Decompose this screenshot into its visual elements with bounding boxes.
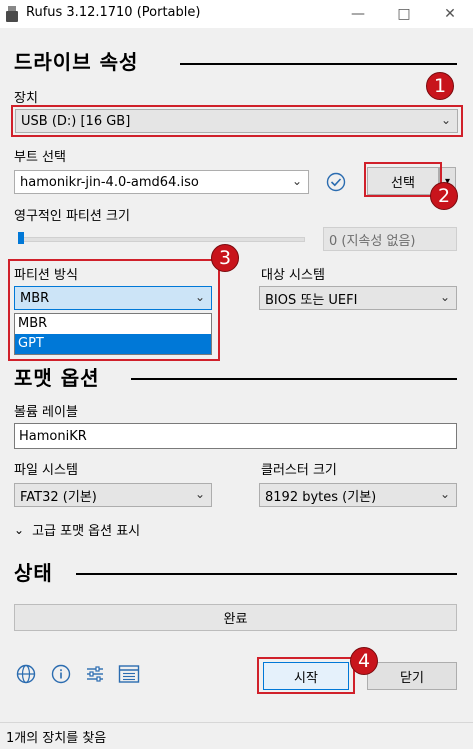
section-divider [131, 378, 457, 380]
cluster-size-select[interactable]: 8192 bytes (기본) ⌄ [259, 483, 457, 507]
usb-drive-icon [6, 6, 18, 22]
maximize-button[interactable]: □ [381, 0, 427, 28]
format-options-heading: 포맷 옵션 [14, 366, 100, 390]
window-title: Rufus 3.12.1710 (Portable) [26, 5, 201, 20]
volume-label-label: 볼륨 레이블 [14, 405, 78, 420]
volume-label-value: HamoniKR [19, 428, 87, 444]
cluster-size-label: 클러스터 크기 [261, 463, 337, 478]
persistent-size-input[interactable]: 0 (지속성 없음) [323, 227, 457, 251]
partition-scheme-dropdown: MBR GPT [14, 313, 212, 355]
persistent-size-slider-thumb[interactable] [18, 232, 24, 244]
partition-scheme-select[interactable]: MBR ⌄ [14, 286, 212, 310]
persistent-size-value: 0 (지속성 없음) [329, 233, 416, 249]
status-bar: 1개의 장치를 찾음 [0, 722, 473, 749]
section-divider [76, 573, 457, 575]
section-divider [180, 63, 457, 65]
file-system-select[interactable]: FAT32 (기본) ⌄ [14, 483, 212, 507]
status-bar-text: 1개의 장치를 찾음 [6, 731, 107, 746]
chevron-down-icon: ⌄ [14, 522, 25, 537]
language-globe-icon[interactable] [16, 664, 36, 684]
chevron-down-icon: ⌄ [194, 487, 205, 501]
annotation-badge-3: 3 [211, 244, 239, 272]
close-button[interactable]: 닫기 [367, 662, 457, 690]
annotation-badge-1: 1 [426, 72, 454, 100]
progress-text: 완료 [223, 612, 248, 627]
chevron-down-icon: ⌄ [439, 290, 450, 304]
target-system-select[interactable]: BIOS 또는 UEFI ⌄ [259, 286, 457, 310]
title-bar: Rufus 3.12.1710 (Portable) — □ ✕ [0, 0, 473, 28]
boot-selection-label: 부트 선택 [14, 150, 66, 165]
boot-selection-value: hamonikr-jin-4.0-amd64.iso [20, 174, 199, 190]
persistent-partition-label: 영구적인 파티션 크기 [14, 209, 130, 224]
device-select[interactable]: USB (D:) [16 GB] ⌄ [15, 109, 458, 133]
partition-option-gpt[interactable]: GPT [15, 334, 211, 354]
chevron-down-icon: ⌄ [194, 290, 205, 304]
drive-properties-heading: 드라이브 속성 [14, 50, 139, 74]
info-icon[interactable] [51, 664, 71, 684]
boot-selection-select[interactable]: hamonikr-jin-4.0-amd64.iso ⌄ [14, 170, 309, 194]
annotation-badge-2: 2 [430, 182, 458, 210]
log-list-icon[interactable] [118, 664, 140, 684]
status-heading: 상태 [14, 561, 53, 585]
chevron-down-icon: ⌄ [291, 174, 302, 188]
advanced-format-toggle[interactable]: ⌄ 고급 포맷 옵션 표시 [14, 520, 141, 540]
annotation-badge-4: 4 [350, 647, 378, 675]
start-button[interactable]: 시작 [263, 662, 349, 690]
settings-sliders-icon[interactable] [85, 664, 105, 684]
partition-scheme-value: MBR [20, 290, 50, 306]
file-system-value: FAT32 (기본) [20, 489, 97, 505]
device-value: USB (D:) [16 GB] [21, 113, 131, 129]
chevron-down-icon: ⌄ [440, 113, 451, 127]
progress-bar: 완료 [14, 604, 457, 631]
close-window-button[interactable]: ✕ [427, 0, 473, 28]
chevron-down-icon: ⌄ [439, 487, 450, 501]
advanced-format-label: 고급 포맷 옵션 표시 [32, 524, 141, 539]
partition-option-mbr[interactable]: MBR [15, 314, 211, 334]
target-system-label: 대상 시스템 [261, 268, 325, 283]
cluster-size-value: 8192 bytes (기본) [265, 489, 377, 505]
file-system-label: 파일 시스템 [14, 463, 78, 478]
verify-check-icon[interactable] [326, 172, 346, 192]
target-system-value: BIOS 또는 UEFI [265, 292, 358, 308]
persistent-size-track [18, 237, 305, 242]
volume-label-input[interactable]: HamoniKR [14, 423, 457, 449]
device-label: 장치 [14, 91, 38, 106]
minimize-button[interactable]: — [335, 0, 381, 28]
